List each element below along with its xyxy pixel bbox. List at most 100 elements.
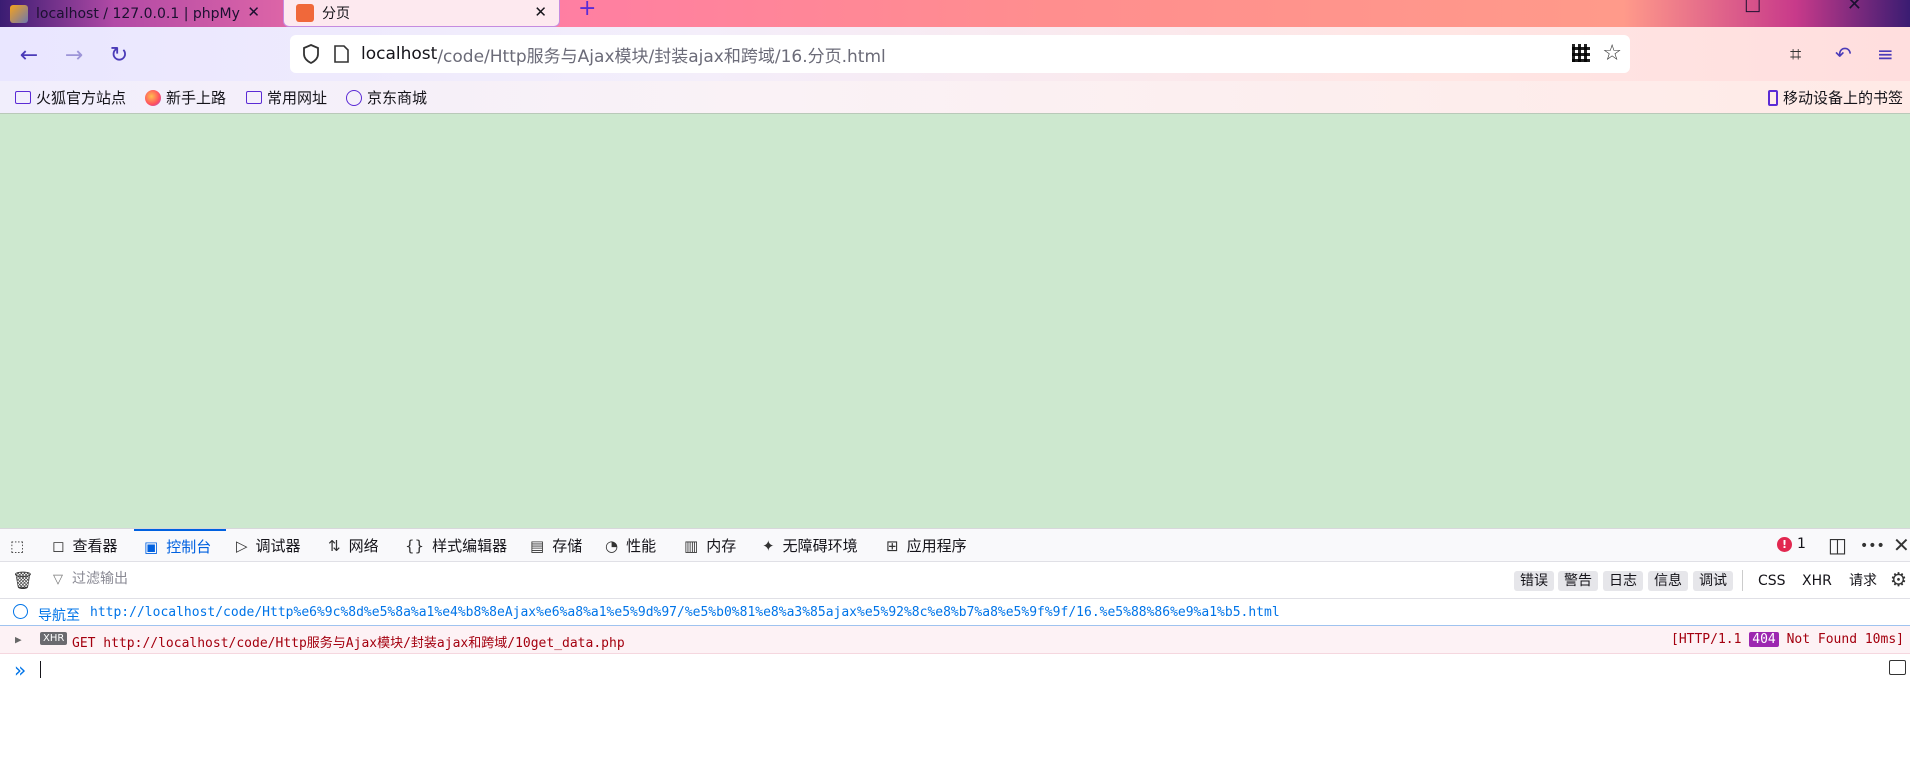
qr-code-icon[interactable] bbox=[1572, 44, 1590, 62]
reload-button[interactable]: ↻ bbox=[104, 40, 134, 70]
style-editor-icon: {} bbox=[405, 536, 425, 555]
filter-requests[interactable]: 请求 bbox=[1849, 571, 1877, 591]
firefox-icon bbox=[145, 89, 161, 106]
tab-phpmyadmin[interactable]: localhost / 127.0.0.1 | phpMy ✕ bbox=[0, 0, 272, 27]
tab-application[interactable]: ⊞ 应用程序 bbox=[886, 529, 967, 562]
filter-input[interactable] bbox=[70, 570, 674, 588]
inspector-icon: ◻ bbox=[52, 536, 65, 555]
filter-level-debug[interactable]: 调试 bbox=[1693, 571, 1733, 591]
status-code-badge: 404 bbox=[1749, 632, 1779, 647]
tab-inspector[interactable]: ◻ 查看器 bbox=[52, 529, 117, 562]
debugger-icon: ▷ bbox=[236, 536, 248, 555]
tab-label: 样式编辑器 bbox=[432, 537, 508, 555]
tab-close-icon[interactable]: ✕ bbox=[247, 5, 260, 20]
tab-label: 应用程序 bbox=[906, 537, 967, 555]
storage-icon: ▤ bbox=[530, 536, 545, 555]
picker-icon: ⬚ bbox=[10, 536, 25, 555]
trash-icon[interactable]: 🗑 bbox=[12, 571, 34, 591]
filter-level-info[interactable]: 信息 bbox=[1648, 571, 1688, 591]
text-caret bbox=[40, 661, 41, 678]
divider bbox=[1742, 570, 1743, 591]
status-prefix: [HTTP/1.1 bbox=[1671, 632, 1742, 647]
tab-strip: localhost / 127.0.0.1 | phpMy ✕ 分页 ✕ + □… bbox=[0, 0, 1910, 27]
back-button[interactable]: ← bbox=[14, 40, 44, 70]
element-picker[interactable]: ⬚ bbox=[10, 529, 32, 562]
bookmark-label: 京东商城 bbox=[367, 89, 428, 107]
forward-button[interactable]: → bbox=[59, 40, 89, 70]
tab-performance[interactable]: ◔ 性能 bbox=[605, 529, 656, 562]
url-bar[interactable]: localhost/code/Http服务与Ajax模块/封装ajax和跨域/1… bbox=[290, 35, 1630, 73]
tab-label: 性能 bbox=[626, 537, 657, 555]
devtools-toolbar: ⬚ ◻ 查看器 ▣ 控制台 ▷ 调试器 ⇅ 网络 {} 样式编辑器 ▤ 存储 ◔… bbox=[0, 528, 1910, 562]
filter-xhr[interactable]: XHR bbox=[1802, 571, 1832, 591]
filter-level-errors[interactable]: 错误 bbox=[1514, 571, 1554, 591]
close-devtools-icon[interactable]: ✕ bbox=[1893, 533, 1910, 557]
page-favicon-icon bbox=[296, 4, 314, 22]
tab-close-icon[interactable]: ✕ bbox=[534, 5, 547, 20]
navigation-url[interactable]: http://localhost/code/Http%e6%9c%8d%e5%8… bbox=[90, 605, 1280, 620]
url-path: /code/Http服务与Ajax模块/封装ajax和跨域/16.分页.html bbox=[437, 46, 886, 67]
tab-style-editor[interactable]: {} 样式编辑器 bbox=[405, 529, 507, 562]
crop-icon[interactable]: ⌗ bbox=[1790, 42, 1801, 66]
undo-icon[interactable]: ↶ bbox=[1835, 42, 1852, 66]
page-icon[interactable] bbox=[334, 45, 349, 63]
tab-title: localhost / 127.0.0.1 | phpMy bbox=[36, 5, 240, 22]
xhr-tag: XHR bbox=[40, 632, 68, 645]
accessibility-icon: ✦ bbox=[762, 536, 775, 555]
request-text[interactable]: GET http://localhost/code/Http服务与Ajax模块/… bbox=[72, 632, 625, 651]
expand-triangle-icon[interactable]: ▶ bbox=[15, 633, 22, 646]
console-filter-bar: 🗑 ▽ 错误 警告 日志 信息 调试 CSS XHR 请求 ⚙ bbox=[0, 562, 1910, 599]
filter-level-logs[interactable]: 日志 bbox=[1603, 571, 1643, 591]
bookmark-label: 新手上路 bbox=[166, 89, 227, 107]
window-controls[interactable]: □ ✕ bbox=[1744, 0, 1902, 15]
tab-label: 调试器 bbox=[255, 537, 301, 555]
shield-icon[interactable] bbox=[300, 44, 322, 64]
tab-label: 控制台 bbox=[166, 538, 212, 556]
tab-debugger[interactable]: ▷ 调试器 bbox=[236, 529, 301, 562]
bookmarks-toolbar: 火狐官方站点 新手上路 常用网址 京东商城 移动设备上的书签 bbox=[0, 81, 1910, 114]
tab-label: 存储 bbox=[552, 537, 583, 555]
bookmark-item[interactable]: 常用网址 bbox=[246, 87, 327, 108]
tab-label: 查看器 bbox=[72, 537, 118, 555]
dock-icon[interactable]: ◫ bbox=[1828, 533, 1847, 557]
network-icon: ⇅ bbox=[328, 536, 341, 555]
error-count-badge[interactable]: ! 1 bbox=[1777, 536, 1806, 552]
bookmark-item[interactable]: 京东商城 bbox=[346, 87, 427, 108]
navigation-label: 导航至 bbox=[38, 608, 80, 624]
tab-console[interactable]: ▣ 控制台 bbox=[134, 529, 226, 562]
error-count: 1 bbox=[1797, 536, 1806, 552]
bookmark-star-icon[interactable]: ☆ bbox=[1602, 41, 1622, 66]
page-content bbox=[0, 114, 1910, 528]
more-options-icon[interactable]: ••• bbox=[1860, 538, 1885, 554]
tab-title: 分页 bbox=[322, 6, 350, 22]
tab-label: 网络 bbox=[348, 537, 379, 555]
tab-pagination[interactable]: 分页 ✕ bbox=[283, 0, 560, 27]
editor-mode-icon[interactable] bbox=[1889, 660, 1906, 675]
mobile-bookmarks[interactable]: 移动设备上的书签 bbox=[1768, 87, 1903, 108]
console-error-message[interactable]: ▶ XHR GET http://localhost/code/Http服务与A… bbox=[0, 626, 1910, 654]
folder-icon bbox=[15, 91, 31, 104]
application-icon: ⊞ bbox=[886, 536, 899, 555]
tab-label: 内存 bbox=[706, 537, 737, 555]
menu-icon[interactable]: ≡ bbox=[1877, 42, 1894, 66]
tab-memory[interactable]: ▥ 内存 bbox=[684, 529, 736, 562]
prompt-icon: » bbox=[14, 658, 27, 682]
url-host: localhost bbox=[361, 44, 438, 64]
tab-storage[interactable]: ▤ 存储 bbox=[530, 529, 582, 562]
filter-icon: ▽ bbox=[53, 572, 63, 587]
tab-network[interactable]: ⇅ 网络 bbox=[328, 529, 379, 562]
console-icon: ▣ bbox=[144, 537, 159, 556]
new-tab-button[interactable]: + bbox=[578, 0, 596, 21]
memory-icon: ▥ bbox=[684, 536, 699, 555]
filter-level-warnings[interactable]: 警告 bbox=[1558, 571, 1598, 591]
globe-icon bbox=[346, 89, 362, 106]
settings-gear-icon[interactable]: ⚙ bbox=[1890, 569, 1907, 591]
performance-icon: ◔ bbox=[605, 536, 619, 555]
tab-accessibility[interactable]: ✦ 无障碍环境 bbox=[762, 529, 858, 562]
bookmark-label: 火狐官方站点 bbox=[36, 89, 127, 107]
console-input-row[interactable]: » bbox=[0, 654, 1910, 684]
filter-css[interactable]: CSS bbox=[1758, 571, 1786, 591]
bookmark-item[interactable]: 新手上路 bbox=[145, 87, 226, 108]
bookmark-item[interactable]: 火狐官方站点 bbox=[15, 87, 126, 108]
status-suffix: Not Found 10ms] bbox=[1786, 632, 1904, 647]
